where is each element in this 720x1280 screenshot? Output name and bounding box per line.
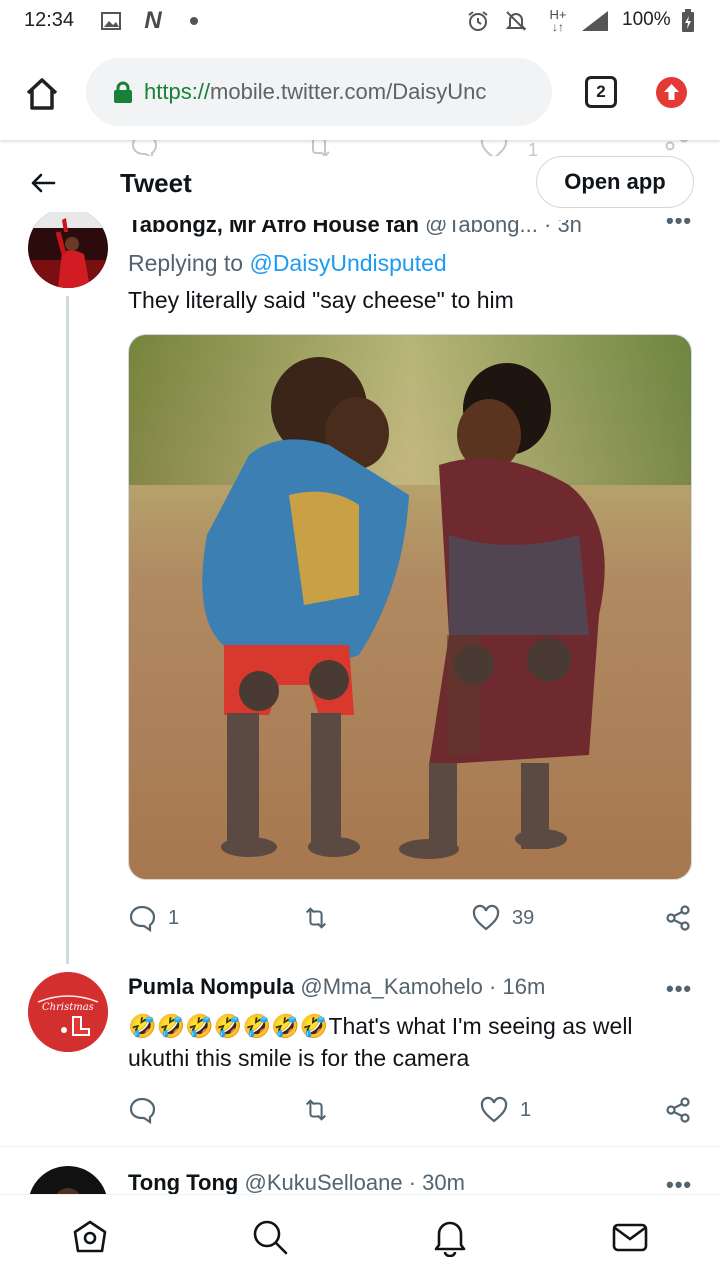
replying-to: Replying to @DaisyUndisputed: [128, 250, 447, 276]
tweet-time[interactable]: · 16m: [489, 974, 545, 999]
reply-icon: [129, 905, 156, 932]
dot-icon: [186, 9, 202, 33]
like-icon: [472, 904, 500, 931]
share-button[interactable]: [664, 900, 692, 936]
avatar[interactable]: Christmas: [28, 972, 108, 1052]
alarm-icon: [466, 9, 490, 33]
url-text: https://mobile.twitter.com/DaisyUnc: [144, 79, 487, 104]
like-icon: [480, 1096, 508, 1123]
tweet-image[interactable]: [128, 334, 692, 880]
tweet-time[interactable]: · 30m: [409, 1170, 465, 1195]
author-name[interactable]: Tabongz, Mr Afro House fan: [128, 220, 419, 237]
page-title: Tweet: [120, 168, 192, 198]
tweet-text-line: 🤣🤣🤣🤣🤣🤣🤣That's what I'm seeing as well: [128, 1013, 633, 1039]
tweet-time[interactable]: · 3h: [544, 220, 582, 237]
share-button[interactable]: [664, 1092, 692, 1128]
battery-icon: [680, 9, 696, 33]
tweet-page-header: Tweet Open app: [0, 156, 720, 212]
retweet-icon: [305, 907, 327, 929]
author-name[interactable]: Tong Tong: [128, 1170, 238, 1195]
update-icon[interactable]: [656, 77, 687, 108]
tweet-actions: 1: [128, 1092, 692, 1128]
lock-icon: [114, 81, 132, 103]
retweet-button[interactable]: [302, 1092, 342, 1128]
more-options-icon[interactable]: •••: [666, 976, 692, 1002]
url-bar[interactable]: https://mobile.twitter.com/DaisyUnc: [86, 58, 552, 126]
back-arrow-icon[interactable]: [28, 168, 58, 198]
retweet-button[interactable]: [302, 900, 342, 936]
battery-percent: 100%: [622, 9, 671, 30]
svg-text:Christmas: Christmas: [42, 1002, 94, 1013]
share-icon: [666, 905, 690, 931]
divider: [0, 1146, 720, 1147]
reply-button[interactable]: 1: [128, 900, 179, 936]
browser-toolbar: https://mobile.twitter.com/DaisyUnc 2: [0, 44, 720, 140]
author-handle[interactable]: @Tabong...: [425, 220, 538, 237]
avatar[interactable]: [28, 208, 108, 288]
author-handle[interactable]: @KukuSelloane: [244, 1170, 402, 1195]
tweet-author-line: Tong Tong @KukuSelloane · 30m: [128, 1170, 465, 1196]
nav-messages-icon[interactable]: [610, 1217, 650, 1257]
nav-home-icon[interactable]: [70, 1217, 110, 1257]
image-notification-icon: [100, 9, 124, 33]
author-handle[interactable]: @Mma_Kamohelo: [300, 974, 483, 999]
mention-link[interactable]: @DaisyUndisputed: [249, 250, 446, 276]
tweet-text: They literally said "say cheese" to him: [128, 287, 514, 313]
like-button[interactable]: 39: [472, 900, 534, 936]
tabs-icon[interactable]: 2: [585, 76, 617, 108]
mute-notifications-icon: [504, 9, 528, 33]
share-icon: [666, 1097, 690, 1123]
signal-icon: [578, 9, 612, 33]
tweet-actions: 1 39: [128, 900, 692, 936]
nav-search-icon[interactable]: [250, 1217, 290, 1257]
status-time: 12:34: [24, 9, 75, 31]
like-button[interactable]: 1: [480, 1092, 531, 1128]
home-icon[interactable]: [22, 74, 62, 114]
open-app-button[interactable]: Open app: [536, 156, 694, 208]
author-name[interactable]: Pumla Nompula: [128, 974, 294, 999]
bottom-navigation: [0, 1194, 720, 1280]
n-app-icon: N: [144, 7, 162, 34]
tweet-text-line: ukuthi this smile is for the camera: [128, 1045, 470, 1071]
reply-icon: [129, 1097, 156, 1124]
status-bar: 12:34 N H+ ↓↑ 100%: [0, 0, 720, 44]
nav-notifications-icon[interactable]: [430, 1217, 470, 1258]
thread-line: [66, 296, 69, 964]
retweet-icon: [305, 1099, 327, 1121]
tweet-author-line: Tabongz, Mr Afro House fan @Tabong... · …: [128, 220, 582, 238]
reply-button[interactable]: [128, 1092, 168, 1128]
tweet-author-line: Pumla Nompula @Mma_Kamohelo · 16m: [128, 974, 545, 1000]
network-type: H+ ↓↑: [549, 7, 567, 34]
